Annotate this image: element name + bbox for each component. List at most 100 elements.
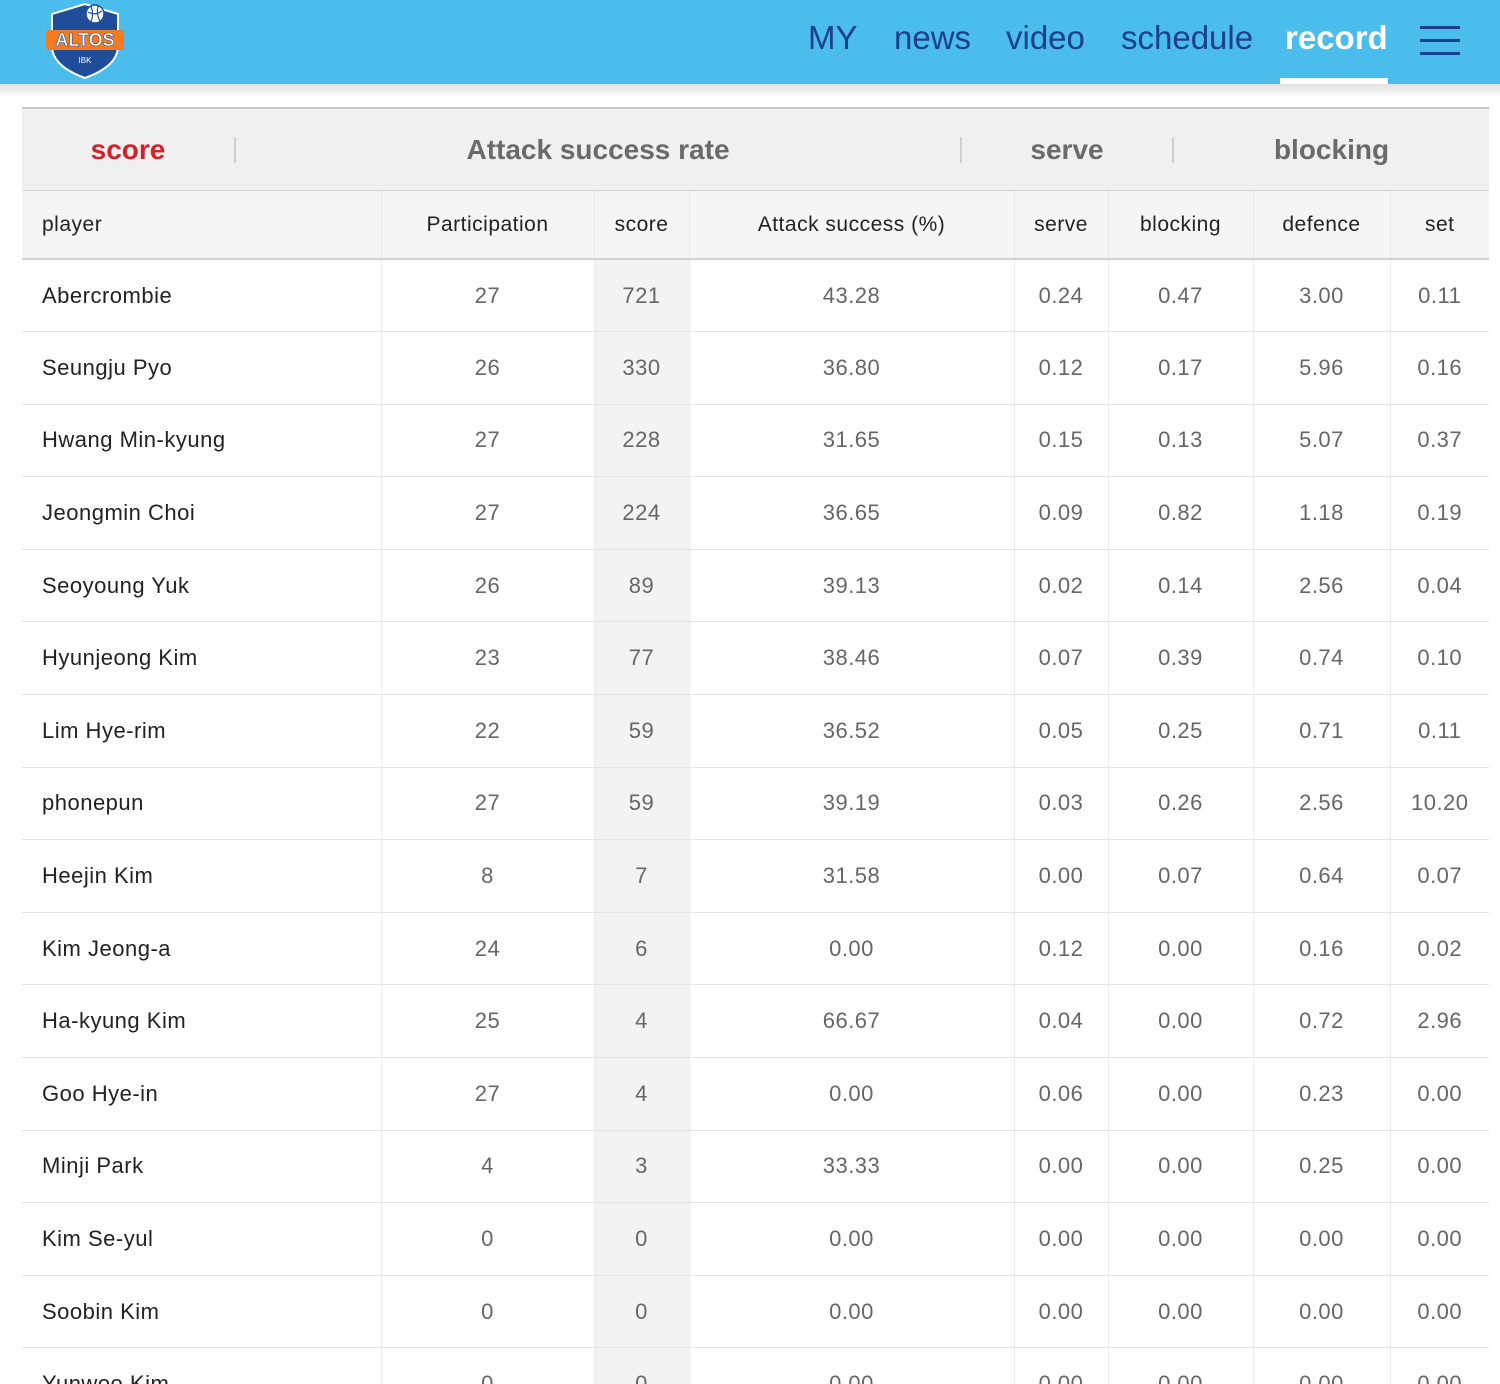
column-defence-cell: 0.16 xyxy=(1253,912,1391,986)
hamburger-menu-icon[interactable] xyxy=(1420,24,1460,56)
column-defence-header[interactable]: defence xyxy=(1253,191,1391,260)
tab-attack-success-rate[interactable]: Attack success rate xyxy=(236,109,960,191)
column-serve-cell: 0.00 xyxy=(1014,1347,1109,1384)
table-row[interactable]: phonepun 27 59 39.19 0.03 0.26 2.56 10.20 xyxy=(22,767,1489,841)
player-name-cell[interactable]: Lim Hye-rim xyxy=(22,694,382,768)
column-set-cell: 0.00 xyxy=(1390,1130,1489,1204)
player-name-cell[interactable]: Yunwoo Kim xyxy=(22,1347,382,1384)
team-logo-icon[interactable]: ALTOS IBK xyxy=(44,2,126,80)
table-row[interactable]: Seoyoung Yuk 26 89 39.13 0.02 0.14 2.56 0.04 xyxy=(22,549,1489,623)
column-set-cell: 0.11 xyxy=(1390,259,1489,333)
column-blocking-cell: 0.14 xyxy=(1108,549,1254,623)
table-row[interactable]: Soobin Kim 0 0 0.00 0.00 0.00 0.00 0.00 xyxy=(22,1275,1489,1349)
column-serve-cell: 0.02 xyxy=(1014,549,1109,623)
column-participation-cell: 23 xyxy=(381,621,595,696)
column-defence-cell: 0.72 xyxy=(1253,984,1391,1059)
column-blocking-cell: 0.17 xyxy=(1108,331,1254,405)
table-row[interactable]: Abercrombie 27 721 43.28 0.24 0.47 3.00 0.11 xyxy=(22,259,1489,333)
column-player-header[interactable]: player xyxy=(22,191,382,260)
nav-video[interactable]: video xyxy=(1006,18,1085,58)
player-name-cell[interactable]: Seoyoung Yuk xyxy=(22,549,382,623)
column-blocking-cell: 0.26 xyxy=(1108,767,1254,841)
column-participation-cell: 24 xyxy=(381,912,595,986)
nav-my[interactable]: MY xyxy=(808,18,858,58)
column-defence-cell: 0.23 xyxy=(1253,1057,1391,1131)
column-serve-header[interactable]: serve xyxy=(1014,191,1109,260)
top-navigation-bar: ALTOS IBK MY news video schedule record xyxy=(0,0,1500,84)
column-blocking-header[interactable]: blocking xyxy=(1108,191,1254,260)
column-defence-cell: 0.64 xyxy=(1253,839,1391,913)
table-row[interactable]: Yunwoo Kim 0 0 0.00 0.00 0.00 0.00 0.00 xyxy=(22,1347,1489,1384)
player-name-cell[interactable]: Soobin Kim xyxy=(22,1275,382,1349)
column-attack-success-cell: 0.00 xyxy=(689,912,1015,986)
column-attack-success-cell: 36.80 xyxy=(689,331,1015,405)
column-blocking-cell: 0.00 xyxy=(1108,1130,1254,1204)
player-name-cell[interactable]: Abercrombie xyxy=(22,259,382,333)
player-name-cell[interactable]: Seungju Pyo xyxy=(22,331,382,405)
column-blocking-cell: 0.47 xyxy=(1108,259,1254,333)
column-serve-cell: 0.12 xyxy=(1014,912,1109,986)
table-row[interactable]: Hyunjeong Kim 23 77 38.46 0.07 0.39 0.74 0.10 xyxy=(22,621,1489,696)
player-name-cell[interactable]: Goo Hye-in xyxy=(22,1057,382,1131)
player-name-cell[interactable]: Kim Se-yul xyxy=(22,1202,382,1276)
table-row[interactable]: Goo Hye-in 27 4 0.00 0.06 0.00 0.23 0.00 xyxy=(22,1057,1489,1131)
tab-blocking[interactable]: blocking xyxy=(1174,109,1489,191)
column-score-cell: 4 xyxy=(594,1057,690,1131)
column-set-cell: 0.10 xyxy=(1390,621,1489,696)
column-blocking-cell: 0.07 xyxy=(1108,839,1254,913)
player-name-cell[interactable]: phonepun xyxy=(22,767,382,841)
player-name-cell[interactable]: Heejin Kim xyxy=(22,839,382,913)
column-set-cell: 0.11 xyxy=(1390,694,1489,768)
column-set-cell: 10.20 xyxy=(1390,767,1489,841)
column-set-cell: 0.00 xyxy=(1390,1275,1489,1349)
column-attack-success-cell: 31.58 xyxy=(689,839,1015,913)
column-attack-success-cell: 39.19 xyxy=(689,767,1015,841)
column-participation-cell: 26 xyxy=(381,331,595,405)
table-header-row: player Participation score Attack success (… xyxy=(22,191,1489,260)
column-defence-cell: 0.00 xyxy=(1253,1275,1391,1349)
player-name-cell[interactable]: Hyunjeong Kim xyxy=(22,621,382,696)
column-participation-cell: 27 xyxy=(381,476,595,550)
column-score-header[interactable]: score xyxy=(594,191,690,260)
nav-schedule[interactable]: schedule xyxy=(1121,18,1253,58)
table-row[interactable]: Lim Hye-rim 22 59 36.52 0.05 0.25 0.71 0.11 xyxy=(22,694,1489,768)
table-row[interactable]: Seungju Pyo 26 330 36.80 0.12 0.17 5.96 0.16 xyxy=(22,331,1489,405)
player-name-cell[interactable]: Hwang Min-kyung xyxy=(22,404,382,478)
table-body: Abercrombie 27 721 43.28 0.24 0.47 3.00 0.11 Seu… xyxy=(22,259,1489,1384)
column-participation-cell: 0 xyxy=(381,1202,595,1276)
table-row[interactable]: Heejin Kim 8 7 31.58 0.00 0.07 0.64 0.07 xyxy=(22,839,1489,913)
tab-score[interactable]: score xyxy=(22,109,234,191)
header-shadow xyxy=(0,84,1500,98)
player-name-cell[interactable]: Minji Park xyxy=(22,1130,382,1204)
player-name-cell[interactable]: Jeongmin Choi xyxy=(22,476,382,550)
column-defence-cell: 0.00 xyxy=(1253,1202,1391,1276)
column-attack-success-cell: 36.65 xyxy=(689,476,1015,550)
player-name-cell[interactable]: Ha-kyung Kim xyxy=(22,984,382,1059)
tab-serve[interactable]: serve xyxy=(962,109,1172,191)
nav-news[interactable]: news xyxy=(894,18,971,58)
table-row[interactable]: Kim Jeong-a 24 6 0.00 0.12 0.00 0.16 0.02 xyxy=(22,912,1489,986)
column-participation-cell: 27 xyxy=(381,1057,595,1131)
column-serve-cell: 0.24 xyxy=(1014,259,1109,333)
column-serve-cell: 0.09 xyxy=(1014,476,1109,550)
column-serve-cell: 0.06 xyxy=(1014,1057,1109,1131)
column-score-cell: 0 xyxy=(594,1347,690,1384)
column-participation-header[interactable]: Participation xyxy=(381,191,595,260)
nav-record[interactable]: record xyxy=(1285,18,1388,58)
table-row[interactable]: Hwang Min-kyung 27 228 31.65 0.15 0.13 5.07 0.3… xyxy=(22,404,1489,478)
column-score-cell: 6 xyxy=(594,912,690,986)
column-attack-success-cell: 39.13 xyxy=(689,549,1015,623)
table-row[interactable]: Minji Park 4 3 33.33 0.00 0.00 0.25 0.00 xyxy=(22,1130,1489,1204)
table-row[interactable]: Jeongmin Choi 27 224 36.65 0.09 0.82 1.18 0.19 xyxy=(22,476,1489,550)
column-set-header[interactable]: set xyxy=(1390,191,1489,260)
table-row[interactable]: Kim Se-yul 0 0 0.00 0.00 0.00 0.00 0.00 xyxy=(22,1202,1489,1276)
column-attack-success-header[interactable]: Attack success (%) xyxy=(689,191,1015,260)
column-score-cell: 59 xyxy=(594,694,690,768)
column-serve-cell: 0.07 xyxy=(1014,621,1109,696)
column-attack-success-cell: 31.65 xyxy=(689,404,1015,478)
column-attack-success-cell: 36.52 xyxy=(689,694,1015,768)
column-score-cell: 228 xyxy=(594,404,690,478)
player-name-cell[interactable]: Kim Jeong-a xyxy=(22,912,382,986)
column-participation-cell: 4 xyxy=(381,1130,595,1204)
table-row[interactable]: Ha-kyung Kim 25 4 66.67 0.04 0.00 0.72 2.96 xyxy=(22,984,1489,1059)
